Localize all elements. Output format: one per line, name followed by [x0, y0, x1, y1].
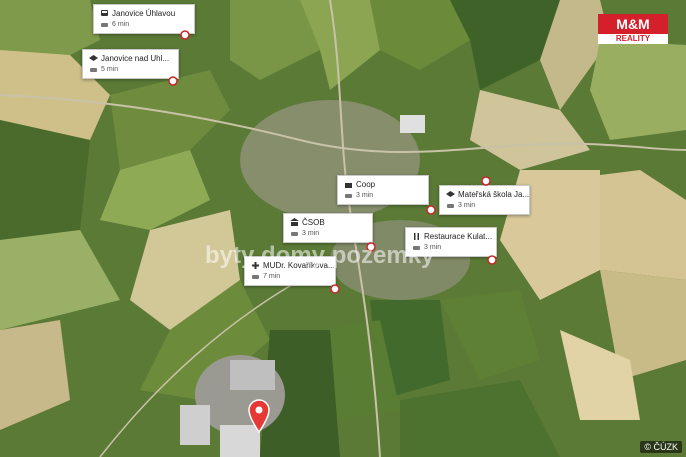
map-marker-icon[interactable]: [180, 30, 190, 40]
car-icon: [290, 229, 299, 238]
map-marker-icon[interactable]: [481, 176, 491, 186]
poi-time: 3 min: [302, 230, 320, 237]
car-icon: [344, 191, 353, 200]
poi-time: 3 min: [458, 202, 476, 209]
poi-name: ČSOB: [302, 218, 325, 227]
poi-label[interactable]: ČSOB 3 min: [283, 213, 373, 243]
poi-time: 3 min: [356, 192, 374, 199]
map-attribution: © ČÚZK: [640, 441, 682, 453]
poi-label[interactable]: Coop 3 min: [337, 175, 429, 205]
poi-time: 7 min: [263, 273, 281, 280]
school-icon: [89, 54, 98, 63]
car-icon: [100, 20, 109, 29]
poi-name: Restaurace Kulat...: [424, 232, 493, 241]
car-icon: [89, 65, 98, 74]
restaurant-icon: [412, 232, 421, 241]
poi-name: Janovice nad Uhl...: [101, 54, 170, 63]
shop-icon: [344, 180, 353, 189]
watermark-text: byty domy pozemky: [205, 242, 435, 269]
property-location-pin-icon[interactable]: [247, 399, 271, 433]
poi-time: 5 min: [101, 66, 119, 73]
logo-mark: M&M: [598, 14, 668, 34]
bus-icon: [100, 9, 109, 18]
map-marker-icon[interactable]: [487, 255, 497, 265]
poi-name: Coop: [356, 180, 376, 189]
car-icon: [446, 201, 455, 210]
map-marker-icon[interactable]: [168, 76, 178, 86]
brand-logo: M&M REALITY: [598, 14, 668, 44]
poi-name: Mateřská škola Ja...: [458, 190, 530, 199]
poi-label[interactable]: Janovice nad Uhl... 5 min: [82, 49, 179, 79]
car-icon: [251, 272, 260, 281]
logo-subtitle: REALITY: [598, 34, 668, 44]
map-marker-icon[interactable]: [330, 284, 340, 294]
poi-label[interactable]: Mateřská škola Ja... 3 min: [439, 185, 530, 215]
poi-time: 6 min: [112, 21, 130, 28]
poi-name: Janovice Úhlavou: [112, 9, 176, 18]
bank-icon: [290, 218, 299, 227]
map-marker-icon[interactable]: [426, 205, 436, 215]
school-icon: [446, 190, 455, 199]
